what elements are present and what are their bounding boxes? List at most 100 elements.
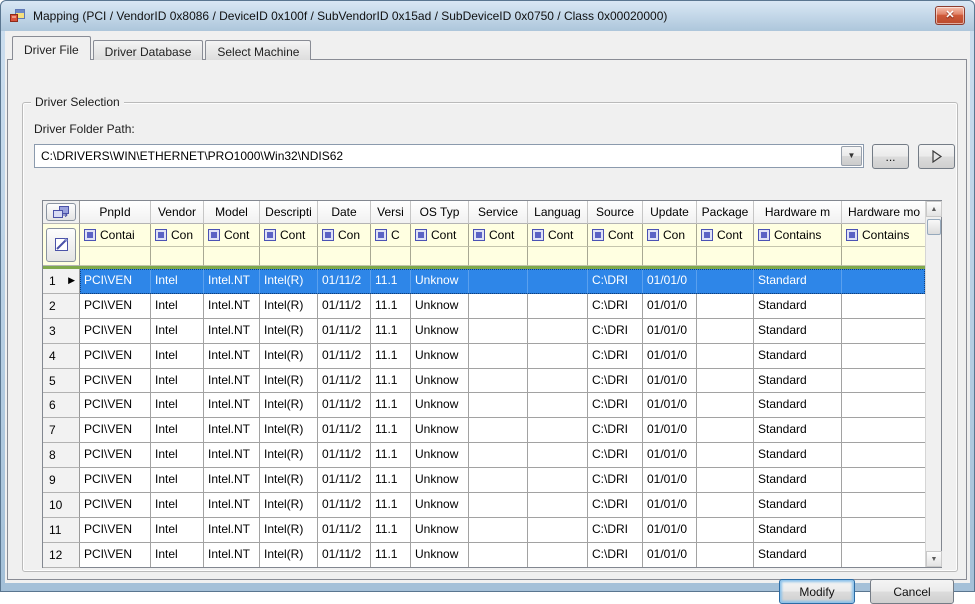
filter-operator-icon	[758, 229, 770, 241]
grid-cell: Standard	[754, 418, 842, 443]
grid-cell: Standard	[754, 319, 842, 344]
grid-vertical-scrollbar[interactable]: ▲ ▼	[925, 201, 941, 567]
combobox-dropdown-button[interactable]: ▼	[841, 146, 862, 166]
filter-operator-cell[interactable]: Contains	[842, 224, 925, 247]
filter-operator-cell[interactable]: Con	[643, 224, 697, 247]
row-header-3[interactable]: 3	[43, 319, 80, 344]
filter-input-cell[interactable]	[411, 247, 469, 266]
edit-filter-icon	[54, 237, 69, 252]
filter-input-cell[interactable]	[643, 247, 697, 266]
row-header-12[interactable]: 12	[43, 543, 80, 568]
row-header-2[interactable]: 2	[43, 294, 80, 319]
grid-cell: Unknow	[411, 319, 469, 344]
column-header-date[interactable]: Date	[318, 201, 371, 224]
grid-row-4[interactable]: PCI\VENIntelIntel.NTIntel(R)01/11/211.1U…	[80, 344, 925, 369]
edit-filter-button[interactable]	[46, 228, 76, 262]
grid-cell	[842, 518, 925, 543]
scan-drivers-button[interactable]	[918, 144, 955, 169]
filter-input-cell[interactable]	[371, 247, 411, 266]
grid-cell: C:\DRI	[588, 543, 643, 567]
grid-cell	[842, 344, 925, 369]
grid-row-9[interactable]: PCI\VENIntelIntel.NTIntel(R)01/11/211.1U…	[80, 468, 925, 493]
tab-driver-file[interactable]: Driver File	[12, 36, 91, 60]
row-header-8[interactable]: 8	[43, 443, 80, 468]
filter-input-cell[interactable]	[204, 247, 260, 266]
filter-input-cell[interactable]	[588, 247, 643, 266]
column-header-update[interactable]: Update	[643, 201, 697, 224]
grid-header-row: PnpIdVendorModelDescriptiDateVersiOS Typ…	[80, 201, 925, 224]
filter-operator-cell[interactable]: C	[371, 224, 411, 247]
filter-operator-cell[interactable]: Contains	[754, 224, 842, 247]
column-header-os-typ[interactable]: OS Typ	[411, 201, 469, 224]
grid-cell: 01/01/0	[643, 319, 697, 344]
row-header-9[interactable]: 9	[43, 468, 80, 493]
row-header-6[interactable]: 6	[43, 393, 80, 418]
grid-cell: Standard	[754, 468, 842, 493]
grid-cell: 11.1	[371, 319, 411, 344]
filter-operator-cell[interactable]: Contai	[80, 224, 151, 247]
column-header-package[interactable]: Package	[697, 201, 754, 224]
column-header-hardware-m[interactable]: Hardware m	[754, 201, 842, 224]
tab-select-machine[interactable]: Select Machine	[205, 40, 311, 60]
filter-operator-cell[interactable]: Cont	[528, 224, 588, 247]
close-button[interactable]: ✕	[935, 6, 965, 25]
filter-operator-cell[interactable]: Con	[318, 224, 371, 247]
grid-cell: 01/01/0	[643, 418, 697, 443]
row-header-11[interactable]: 11	[43, 518, 80, 543]
grid-row-1[interactable]: PCI\VENIntelIntel.NTIntel(R)01/11/211.1U…	[80, 269, 925, 294]
column-header-hardware-mo[interactable]: Hardware mo	[842, 201, 925, 224]
column-header-service[interactable]: Service	[469, 201, 528, 224]
grid-cell: Intel(R)	[260, 468, 318, 493]
filter-input-cell[interactable]	[151, 247, 204, 266]
filter-input-cell[interactable]	[80, 247, 151, 266]
column-header-descripti[interactable]: Descripti	[260, 201, 318, 224]
filter-input-cell[interactable]	[697, 247, 754, 266]
column-header-model[interactable]: Model	[204, 201, 260, 224]
filter-input-cell[interactable]	[842, 247, 925, 266]
column-header-languag[interactable]: Languag	[528, 201, 588, 224]
grid-cell: Intel(R)	[260, 269, 318, 294]
grid-cell: Standard	[754, 493, 842, 518]
filter-input-cell[interactable]	[260, 247, 318, 266]
scroll-up-button[interactable]: ▲	[926, 201, 942, 217]
filter-operator-cell[interactable]: Cont	[411, 224, 469, 247]
filter-input-cell[interactable]	[754, 247, 842, 266]
row-header-10[interactable]: 10	[43, 493, 80, 518]
filter-operator-cell[interactable]: Cont	[469, 224, 528, 247]
grid-row-7[interactable]: PCI\VENIntelIntel.NTIntel(R)01/11/211.1U…	[80, 418, 925, 443]
filter-operator-cell[interactable]: Con	[151, 224, 204, 247]
filter-operator-cell[interactable]: Cont	[588, 224, 643, 247]
card-view-button[interactable]	[46, 203, 76, 221]
tab-driver-database[interactable]: Driver Database	[93, 40, 204, 60]
browse-folder-button[interactable]: ...	[872, 144, 909, 169]
grid-row-8[interactable]: PCI\VENIntelIntel.NTIntel(R)01/11/211.1U…	[80, 443, 925, 468]
filter-input-cell[interactable]	[469, 247, 528, 266]
grid-row-2[interactable]: PCI\VENIntelIntel.NTIntel(R)01/11/211.1U…	[80, 294, 925, 319]
row-header-4[interactable]: 4	[43, 344, 80, 369]
row-header-7[interactable]: 7	[43, 418, 80, 443]
grid-row-5[interactable]: PCI\VENIntelIntel.NTIntel(R)01/11/211.1U…	[80, 369, 925, 394]
filter-operator-cell[interactable]: Cont	[697, 224, 754, 247]
column-header-versi[interactable]: Versi	[371, 201, 411, 224]
filter-operator-icon	[84, 229, 96, 241]
grid-row-3[interactable]: PCI\VENIntelIntel.NTIntel(R)01/11/211.1U…	[80, 319, 925, 344]
grid-cell	[842, 468, 925, 493]
driver-folder-path-combobox[interactable]: C:\DRIVERS\WIN\ETHERNET\PRO1000\Win32\ND…	[34, 144, 864, 168]
filter-input-cell[interactable]	[318, 247, 371, 266]
grid-row-11[interactable]: PCI\VENIntelIntel.NTIntel(R)01/11/211.1U…	[80, 518, 925, 543]
filter-operator-cell[interactable]: Cont	[260, 224, 318, 247]
column-header-source[interactable]: Source	[588, 201, 643, 224]
column-header-vendor[interactable]: Vendor	[151, 201, 204, 224]
grid-row-12[interactable]: PCI\VENIntelIntel.NTIntel(R)01/11/211.1U…	[80, 543, 925, 567]
grid-row-6[interactable]: PCI\VENIntelIntel.NTIntel(R)01/11/211.1U…	[80, 393, 925, 418]
row-header-1[interactable]: 1▶	[43, 269, 80, 294]
grid-row-10[interactable]: PCI\VENIntelIntel.NTIntel(R)01/11/211.1U…	[80, 493, 925, 518]
scrollbar-thumb[interactable]	[927, 219, 941, 235]
column-header-pnpid[interactable]: PnpId	[80, 201, 151, 224]
row-header-5[interactable]: 5	[43, 369, 80, 394]
scroll-down-button[interactable]: ▼	[926, 551, 942, 567]
grid-cell: Intel.NT	[204, 468, 260, 493]
grid-cell	[842, 269, 925, 294]
filter-input-cell[interactable]	[528, 247, 588, 266]
filter-operator-cell[interactable]: Cont	[204, 224, 260, 247]
